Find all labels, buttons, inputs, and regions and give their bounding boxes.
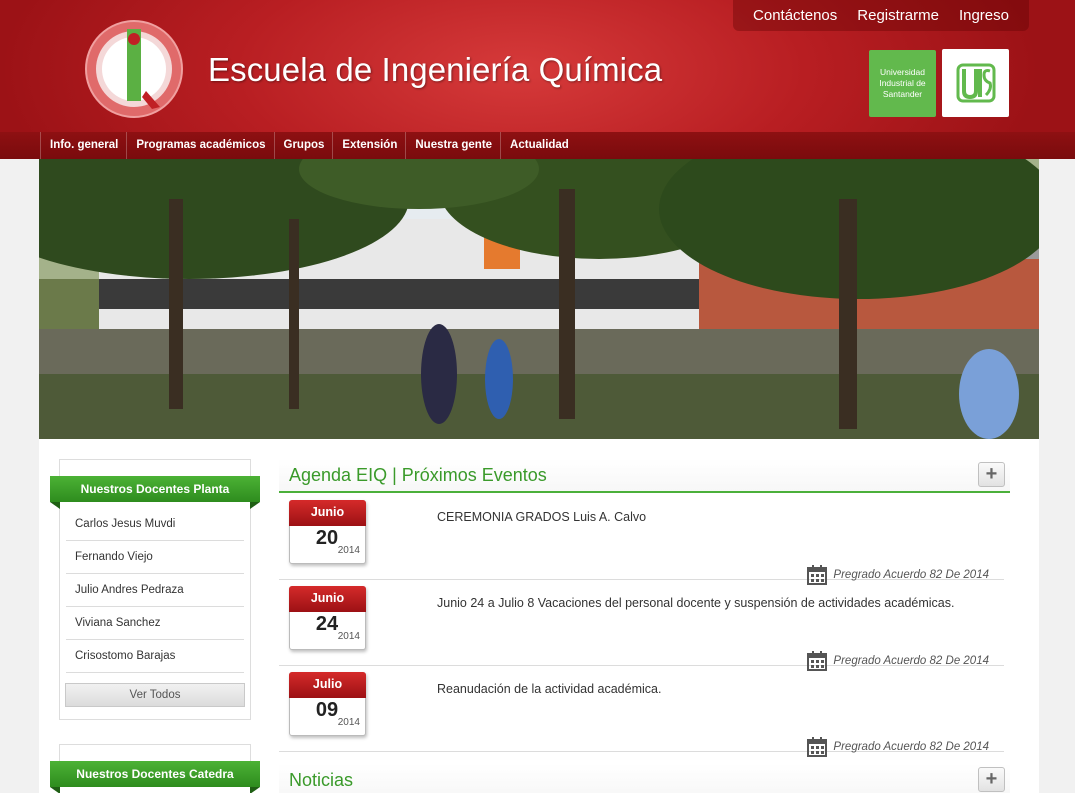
noticias-title: Noticias (289, 770, 354, 790)
agenda-event-1[interactable]: Junio 20 2014 CEREMONIA GRADOS Luis A. C… (279, 494, 1004, 585)
nav-actualidad[interactable]: Actualidad (501, 132, 577, 159)
nav-info-general[interactable]: Info. general (40, 132, 128, 159)
event-tag: Pregrado Acuerdo 82 De 2014 (807, 737, 989, 757)
calendar-badge: Julio 09 2014 (289, 672, 366, 736)
calendar-badge: Junio 20 2014 (289, 500, 366, 564)
ver-todos-button[interactable]: Ver Todos (65, 683, 245, 707)
event-month: Julio (289, 672, 366, 698)
agenda-event-2[interactable]: Junio 24 2014 Junio 24 a Julio 8 Vacacio… (279, 580, 1004, 671)
calendar-icon (807, 737, 828, 757)
nav-extension[interactable]: Extensión (333, 132, 407, 159)
uis-line-2: Industrial de (879, 78, 926, 88)
noticias-header: Noticias + (279, 764, 1010, 793)
site-title: Escuela de Ingeniería Química (208, 51, 663, 88)
campus-banner-image (39, 159, 1039, 439)
register-link[interactable]: Registrarme (857, 7, 939, 24)
list-item[interactable]: Crisostomo Barajas (66, 640, 244, 673)
main-nav: Info. general Programas académicos Grupo… (0, 132, 1075, 159)
event-tag-label[interactable]: Pregrado Acuerdo 82 De 2014 (833, 741, 989, 753)
uis-logo[interactable] (942, 49, 1009, 117)
uis-monogram-icon (956, 63, 995, 103)
uis-line-3: Santander (882, 89, 923, 99)
event-month: Junio (289, 586, 366, 612)
uis-name-badge[interactable]: Universidad Industrial de Santander (869, 50, 936, 117)
noticias-plus-button[interactable]: + (978, 767, 1005, 792)
docentes-planta-list: Carlos Jesus Muvdi Fernando Viejo Julio … (66, 508, 244, 673)
agenda-event-3[interactable]: Julio 09 2014 Reanudación de la activida… (279, 666, 1004, 757)
list-item[interactable]: Julio Andres Pedraza (66, 574, 244, 607)
content-area: Nuestros Docentes Planta Carlos Jesus Mu… (39, 439, 1039, 793)
calendar-badge: Junio 24 2014 (289, 586, 366, 650)
docentes-planta-title: Nuestros Docentes Planta (50, 476, 260, 509)
nav-nuestra-gente[interactable]: Nuestra gente (406, 132, 502, 159)
login-link[interactable]: Ingreso (959, 7, 1009, 24)
list-item[interactable]: Viviana Sanchez (66, 607, 244, 640)
site-header: Contáctenos Registrarme Ingreso Escuela … (0, 0, 1075, 132)
agenda-title: Agenda EIQ | Próximos Eventos (289, 465, 547, 485)
nav-grupos[interactable]: Grupos (275, 132, 334, 159)
event-year: 2014 (337, 545, 360, 556)
uis-line-1: Universidad (880, 67, 925, 77)
list-item[interactable]: Fernando Viejo (66, 541, 244, 574)
agenda-header: Agenda EIQ | Próximos Eventos + (279, 459, 1010, 493)
event-year: 2014 (337, 717, 360, 728)
agenda-plus-button[interactable]: + (978, 462, 1005, 487)
eiq-logo[interactable] (84, 19, 184, 119)
event-year: 2014 (337, 631, 360, 642)
event-title[interactable]: Reanudación de la actividad académica. (437, 682, 661, 696)
top-links: Contáctenos Registrarme Ingreso (733, 0, 1029, 31)
docentes-catedra-widget: Nuestros Docentes Catedra (50, 744, 260, 793)
event-month: Junio (289, 500, 366, 526)
list-item[interactable]: Carlos Jesus Muvdi (66, 508, 244, 541)
event-title[interactable]: Junio 24 a Julio 8 Vacaciones del person… (437, 596, 954, 610)
event-title[interactable]: CEREMONIA GRADOS Luis A. Calvo (437, 510, 646, 524)
contact-link[interactable]: Contáctenos (753, 7, 837, 24)
docentes-catedra-title: Nuestros Docentes Catedra (50, 761, 260, 793)
docentes-planta-widget: Nuestros Docentes Planta Carlos Jesus Mu… (50, 459, 260, 720)
nav-programas[interactable]: Programas académicos (127, 132, 275, 159)
